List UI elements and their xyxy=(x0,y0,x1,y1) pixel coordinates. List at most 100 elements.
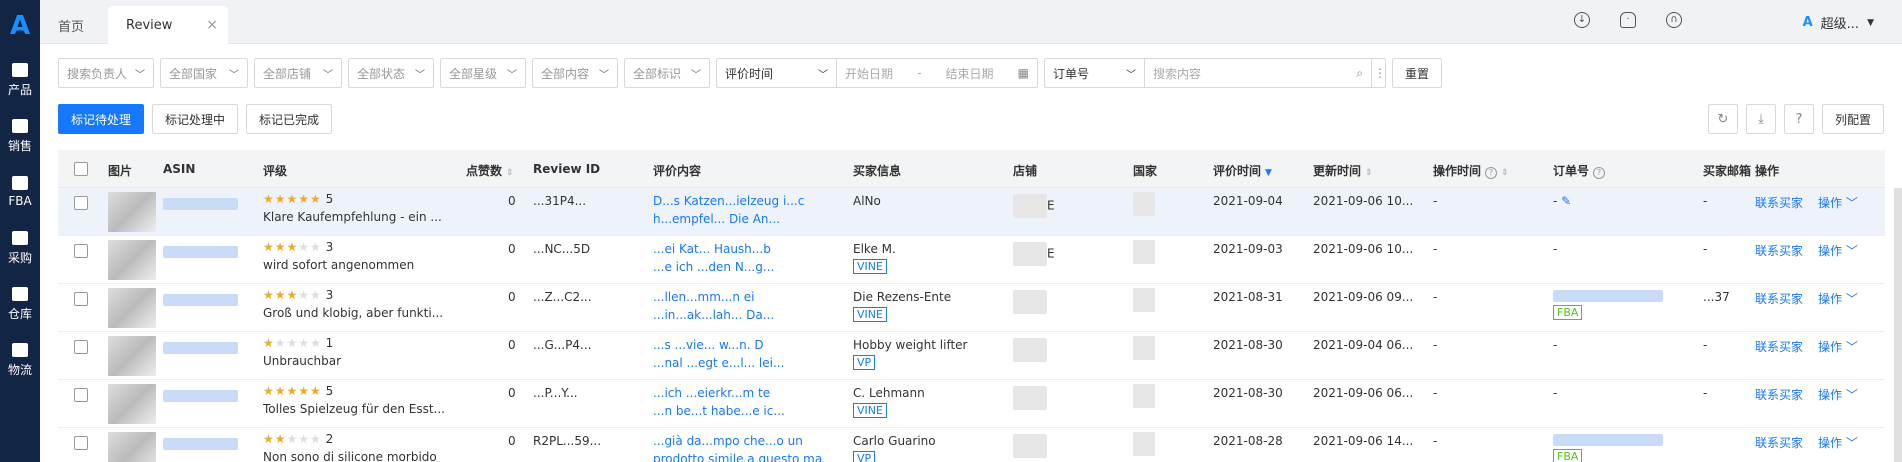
contact-buyer-link[interactable]: 联系买家 xyxy=(1755,338,1803,355)
table-row[interactable]: ★★★★★ 1 Unbrauchbar 0 ...G...P4... ...s ...v… xyxy=(58,332,1885,380)
table-row[interactable]: ★★★★★ 5 Tolles Spielzeug für den Esst... 0… xyxy=(58,380,1885,428)
review-content[interactable]: ...già da...mpo che...o un prodotto simil… xyxy=(653,434,823,462)
row-checkbox[interactable] xyxy=(74,244,88,258)
row-checkbox[interactable] xyxy=(74,196,88,210)
row-ops-menu[interactable]: 操作 ﹀ xyxy=(1818,242,1858,259)
chevron-down-icon: ﹀ xyxy=(1845,340,1858,354)
row-ops-menu[interactable]: 操作 ﹀ xyxy=(1818,194,1858,211)
contact-buyer-link[interactable]: 联系买家 xyxy=(1755,386,1803,403)
status-select[interactable]: 全部状态 ﹀ xyxy=(348,58,434,88)
date-type-select[interactable]: 评价时间 ﹀ xyxy=(717,59,837,87)
asin-link[interactable] xyxy=(163,294,238,306)
asin-link[interactable] xyxy=(163,438,238,450)
content-select-label: 全部内容 xyxy=(541,66,590,81)
reset-button[interactable]: 重置 xyxy=(1392,58,1443,88)
search-input[interactable]: 搜索内容 ⌕ xyxy=(1145,59,1371,87)
mark-processing-button[interactable]: 标记处理中 xyxy=(152,104,239,134)
review-content[interactable]: ...s ...vie... w...n. D ...nal ...egt e..… xyxy=(653,338,823,370)
export-icon[interactable]: ⤓ xyxy=(1745,104,1776,134)
row-checkbox[interactable] xyxy=(74,292,88,306)
table-row[interactable]: ★★★★★ 3 Groß und klobig, aber funkti... 0.… xyxy=(58,284,1885,332)
rating-score: 1 xyxy=(325,336,334,350)
sidebar-item-label: FBA xyxy=(8,194,32,208)
shop-select[interactable]: 全部店铺 ﹀ xyxy=(254,58,342,88)
country-select[interactable]: 全部国家 ﹀ xyxy=(160,58,248,88)
owner-select[interactable]: 搜索负责人 ﹀ xyxy=(58,58,154,88)
asin-link[interactable] xyxy=(163,390,238,402)
asin-link[interactable] xyxy=(163,246,238,258)
asin-link[interactable] xyxy=(163,342,238,354)
contact-buyer-link[interactable]: 联系买家 xyxy=(1755,434,1803,451)
date-range-input[interactable]: 开始日期 - 结束日期 ▦ xyxy=(837,59,1037,87)
sidebar-item[interactable]: FBA xyxy=(0,164,40,220)
sidebar-item[interactable]: 物流 xyxy=(0,332,40,388)
row-ops-menu[interactable]: 操作 ﹀ xyxy=(1818,338,1858,355)
row-checkbox[interactable] xyxy=(74,388,88,402)
app-logo[interactable]: A xyxy=(0,0,40,52)
col-likes[interactable]: 点赞数 ⇕ xyxy=(466,162,514,179)
likes-count: 0 xyxy=(508,242,516,256)
review-content[interactable]: ...ich ...eierkr...m te ...n be...t habe.… xyxy=(653,386,823,418)
review-content[interactable]: ...llen...mm...n ei ...in...ak...lah... D… xyxy=(653,290,823,322)
review-content[interactable]: ...ei Kat... Haush...b ...e ich ...den N.… xyxy=(653,242,823,274)
review-content[interactable]: D...s Katzen...ielzeug i...c h...empfel..… xyxy=(653,194,823,226)
close-icon[interactable]: × xyxy=(206,17,218,33)
search-icon[interactable]: ⌕ xyxy=(1356,66,1363,81)
country-flag xyxy=(1133,288,1155,312)
warehouse-icon xyxy=(12,286,28,301)
contact-buyer-link[interactable]: 联系买家 xyxy=(1755,290,1803,307)
tab-home[interactable]: 首页 xyxy=(40,6,102,44)
table-row[interactable]: ★★★★★ 3 wird sofort angenommen 0 ...NC...5D… xyxy=(58,236,1885,284)
content-select[interactable]: 全部内容 ﹀ xyxy=(532,58,618,88)
sort-desc-icon: ▼ xyxy=(1265,168,1272,178)
box-icon xyxy=(12,62,28,77)
col-review-time[interactable]: 评价时间 ▼ xyxy=(1213,162,1272,179)
order-number-blur[interactable] xyxy=(1553,290,1663,302)
more-icon[interactable]: ⋮ xyxy=(1371,59,1386,87)
contact-buyer-link[interactable]: 联系买家 xyxy=(1755,194,1803,211)
contact-buyer-link[interactable]: 联系买家 xyxy=(1755,242,1803,259)
mark-pending-button[interactable]: 标记待处理 xyxy=(58,104,145,134)
rating-score: 3 xyxy=(325,288,334,302)
col-update-time[interactable]: 更新时间 ⇕ xyxy=(1313,162,1373,179)
headset-icon[interactable]: ∩ xyxy=(1666,12,1682,28)
download-icon[interactable]: ↓ xyxy=(1574,12,1590,28)
table-row[interactable]: ★★★★★ 5 Klare Kaufempfehlung - ein ... 0..… xyxy=(58,188,1885,236)
column-config-button[interactable]: 列配置 xyxy=(1821,104,1884,134)
row-checkbox[interactable] xyxy=(74,436,88,450)
order-number-blur[interactable] xyxy=(1553,434,1663,446)
user-name: 超级... xyxy=(1820,17,1860,32)
help-icon: ? xyxy=(1485,167,1498,179)
row-checkbox[interactable] xyxy=(74,340,88,354)
sidebar-item[interactable]: 销售 xyxy=(0,108,40,164)
row-ops-menu[interactable]: 操作 ﹀ xyxy=(1818,434,1858,451)
sidebar-item[interactable]: 仓库 xyxy=(0,276,40,332)
mark-done-button[interactable]: 标记已完成 xyxy=(246,104,333,134)
bell-icon[interactable]: · xyxy=(1620,12,1636,28)
tab-review[interactable]: Review × xyxy=(108,6,228,44)
mark-select-label: 全部标识 xyxy=(633,66,682,81)
row-ops-menu[interactable]: 操作 ﹀ xyxy=(1818,290,1858,307)
vertical-scrollbar[interactable] xyxy=(1894,188,1902,462)
edit-icon[interactable]: ✎ xyxy=(1561,194,1571,208)
asin-link[interactable] xyxy=(163,198,238,210)
order-type-select[interactable]: 订单号 ﹀ xyxy=(1045,59,1145,87)
rating-select[interactable]: 全部星级 ﹀ xyxy=(440,58,526,88)
update-time: 2021-09-06 06... xyxy=(1313,386,1414,400)
ops-label: 操作 xyxy=(1818,244,1843,258)
top-bar: 首页 Review × ↓ · ∩ A 超级... ▼ xyxy=(40,0,1902,44)
help-icon[interactable]: ? xyxy=(1783,104,1814,134)
op-time: - xyxy=(1433,290,1438,304)
sidebar-item[interactable]: 采购 xyxy=(0,220,40,276)
buyer-email: - xyxy=(1703,338,1708,352)
select-all-checkbox[interactable] xyxy=(74,162,88,176)
col-op-time[interactable]: 操作时间? ⇕ xyxy=(1433,162,1509,179)
user-menu[interactable]: A 超级... ▼ xyxy=(1803,13,1874,32)
table-row[interactable]: ★★★★★ 2 Non sono di silicone morbido 0 R2PL… xyxy=(58,428,1885,462)
mark-select[interactable]: 全部标识 ﹀ xyxy=(624,58,710,88)
sidebar-item[interactable]: 产品 xyxy=(0,52,40,108)
op-time: - xyxy=(1433,338,1438,352)
refresh-icon[interactable]: ↻ xyxy=(1707,104,1738,134)
rating-cell: ★★★★★ 5 Tolles Spielzeug für den Esst... xyxy=(263,384,453,416)
row-ops-menu[interactable]: 操作 ﹀ xyxy=(1818,386,1858,403)
